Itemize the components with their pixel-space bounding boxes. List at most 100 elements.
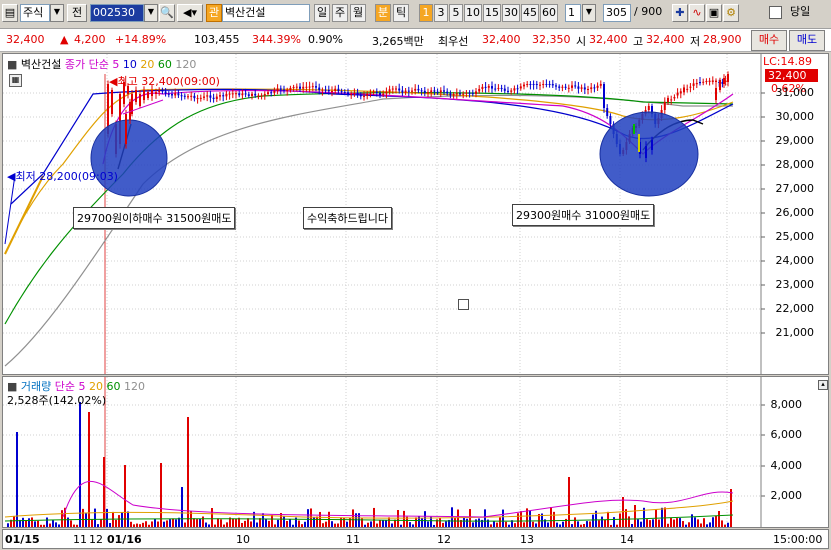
period-1-button[interactable]: 주	[332, 4, 348, 22]
volume-bar	[118, 515, 120, 527]
period-4-button[interactable]: 틱	[393, 4, 409, 22]
volume-bar	[226, 522, 228, 527]
interval-1-button[interactable]: 1	[419, 4, 433, 22]
chart-tool-icon[interactable]: ∿	[689, 4, 705, 22]
volume-bar	[475, 519, 477, 527]
price-axis-tick: 27,000	[775, 182, 815, 195]
volume-bar	[334, 523, 336, 527]
price-axis-tick: 24,000	[775, 254, 815, 267]
volume-bar	[604, 519, 606, 527]
period-3-button[interactable]: 분	[375, 4, 391, 22]
interval-5-button[interactable]: 5	[449, 4, 463, 22]
price-chart-panel[interactable]: ■ 벽산건설 종가 단순 5 10 20 60 120 ▦ ◀최고 32,400…	[2, 53, 829, 375]
candle-body	[651, 140, 653, 150]
annotation-congrats[interactable]: 수익축하드립니다	[303, 207, 392, 229]
volume-bar	[121, 512, 123, 527]
market-dropdown-icon[interactable]: ▼	[50, 4, 64, 22]
volume-bar	[457, 509, 459, 527]
volume-chart-panel[interactable]: ■ 거래량 단순 5 20 60 120 2,528주(142.02%) ▴ 8…	[2, 376, 829, 528]
code-dropdown-icon[interactable]: ▼	[144, 4, 158, 22]
candle-body	[507, 90, 509, 92]
volume-bar	[592, 514, 594, 527]
volume-bar	[301, 524, 303, 527]
watch-badge[interactable]: 관	[206, 4, 222, 22]
candle-body	[228, 93, 231, 95]
volume-bar	[307, 509, 309, 527]
interval-dropdown-icon[interactable]: ▼	[582, 4, 596, 22]
candle-body	[443, 90, 445, 92]
volume-chart[interactable]	[3, 377, 828, 527]
volume-bar	[325, 521, 327, 527]
high-marker-text: 최고 32,400(09:00)	[117, 75, 220, 88]
today-checkbox[interactable]	[769, 6, 782, 19]
gear-icon[interactable]: ⚙	[723, 4, 739, 22]
legend-ma-60: 60	[157, 58, 172, 71]
candle-body	[513, 88, 516, 91]
volume-bar	[250, 521, 252, 527]
interval-45-button[interactable]: 45	[521, 4, 539, 22]
volume-bar	[493, 521, 495, 527]
period-2-button[interactable]: 월	[350, 4, 366, 22]
search-icon[interactable]: 🔍	[159, 4, 175, 22]
volume-bar	[637, 519, 639, 527]
grid-toggle-icon[interactable]: ▦	[9, 74, 22, 87]
legend-close: 종가	[64, 58, 86, 71]
interval-30-button[interactable]: 30	[502, 4, 520, 22]
count-input[interactable]: 305	[603, 4, 631, 22]
volume-bar	[409, 522, 411, 527]
candle-body	[539, 84, 541, 86]
candle-body	[414, 88, 417, 91]
stock-code-input[interactable]: 002530	[90, 4, 144, 22]
candle-body	[723, 78, 725, 84]
candle-body	[491, 86, 493, 89]
annotation-buy-sell-2[interactable]: 29300원매수 31000원매도	[512, 204, 655, 226]
interval-10-button[interactable]: 10	[464, 4, 482, 22]
volume-bar	[202, 516, 204, 527]
cross-icon[interactable]: ✚	[672, 4, 688, 22]
volume-bar	[79, 402, 81, 527]
candle-body	[545, 84, 548, 85]
volume-bar	[337, 523, 339, 527]
volume-bar	[670, 517, 672, 527]
volume-bar	[349, 517, 351, 527]
interval-3-button[interactable]: 3	[434, 4, 448, 22]
annotation-buy-sell-1[interactable]: 29700원이하매수 31500원매도	[73, 207, 236, 229]
candle-body	[647, 106, 650, 110]
interval-select[interactable]: 1	[565, 4, 581, 22]
high-marker: ◀최고 32,400(09:00)	[109, 73, 220, 89]
candle-body	[695, 82, 698, 85]
volume-bar	[184, 522, 186, 527]
speaker-icon[interactable]: ◀▾	[177, 4, 203, 22]
candle-body	[459, 93, 461, 95]
candle-body	[212, 97, 215, 99]
volume-bar	[451, 507, 453, 527]
candle-body	[404, 90, 407, 93]
buy-button[interactable]: 매수	[751, 30, 787, 51]
volume-panel-close-icon[interactable]: ▴	[818, 380, 828, 390]
candle-body	[500, 87, 503, 89]
volume-bar	[310, 508, 312, 527]
candle-body	[711, 80, 714, 82]
period-0-button[interactable]: 일	[314, 4, 330, 22]
price-axis-tick: 26,000	[775, 206, 815, 219]
axis-date-label: 11	[73, 533, 87, 546]
volume-bar	[283, 515, 285, 527]
candle-body	[321, 89, 324, 91]
open-price: 32,400	[589, 33, 628, 46]
legend-ma-5: 5	[112, 58, 120, 71]
candle-body	[359, 94, 362, 97]
menu-icon[interactable]: ▤	[2, 4, 18, 22]
candle-body	[225, 93, 228, 97]
prev-button[interactable]: 전	[67, 4, 87, 22]
volume-bar	[286, 521, 288, 527]
volume-bar	[115, 519, 117, 527]
candle-body	[462, 93, 465, 95]
volume-bar	[412, 524, 414, 527]
interval-15-button[interactable]: 15	[483, 4, 501, 22]
volume-bar	[415, 517, 417, 527]
save-icon[interactable]: ▣	[706, 4, 722, 22]
sell-button[interactable]: 매도	[789, 30, 825, 51]
interval-60-button[interactable]: 60	[540, 4, 558, 22]
candle-body	[551, 84, 554, 86]
market-select[interactable]: 주식	[20, 4, 50, 22]
